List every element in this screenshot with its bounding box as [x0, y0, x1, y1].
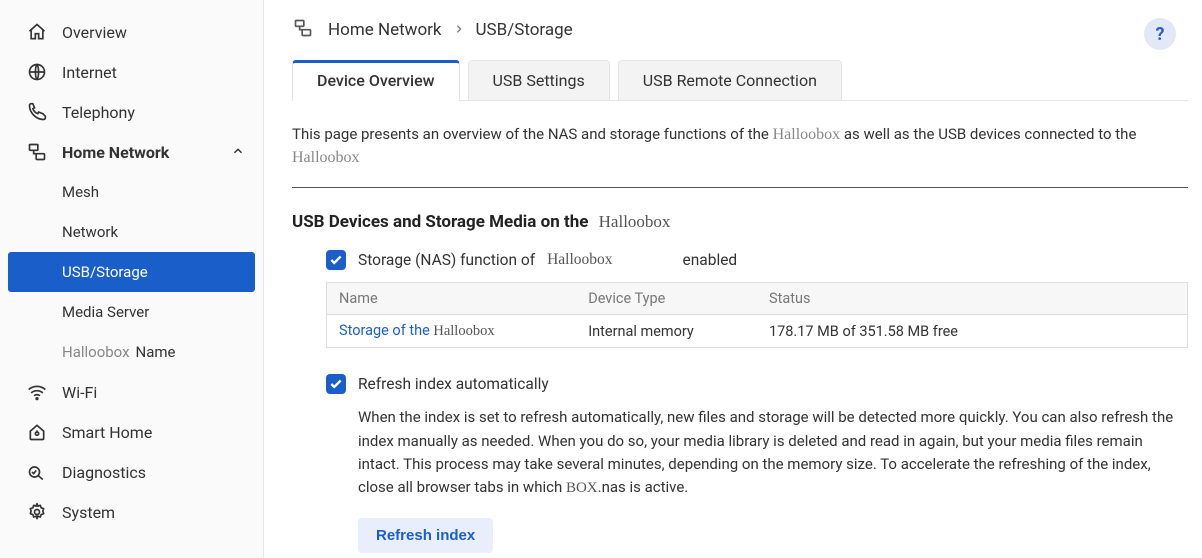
- storage-status: 178.17 MB of 351.58 MB free: [757, 315, 1188, 348]
- gear-icon: [26, 501, 48, 523]
- diagnostics-icon: [26, 461, 48, 483]
- tab-label: Device Overview: [317, 71, 435, 90]
- sidebar-item-telephony[interactable]: Telephony: [0, 92, 263, 132]
- sidebar-subitem-device-name[interactable]: Halloobox Name: [0, 332, 263, 372]
- network-icon: [26, 141, 48, 163]
- refresh-description: When the index is set to refresh automat…: [358, 406, 1188, 500]
- help-button[interactable]: ?: [1144, 18, 1176, 50]
- sidebar-subitem-network[interactable]: Network: [0, 212, 263, 252]
- network-icon: [292, 18, 314, 42]
- device-brand: Halloobox: [773, 126, 841, 143]
- help-icon-text: ?: [1156, 24, 1165, 45]
- device-brand: Halloobox: [599, 212, 671, 231]
- nas-checkbox-label: Storage (NAS) function of: [358, 251, 535, 269]
- tab-label: USB Remote Connection: [643, 71, 817, 90]
- phone-icon: [26, 101, 48, 123]
- table-header-device-type: Device Type: [576, 283, 757, 315]
- sidebar: Overview Internet Telephony Home Network…: [0, 0, 264, 558]
- chevron-right-icon: [454, 21, 464, 39]
- breadcrumb-current: USB/Storage: [476, 20, 573, 40]
- sidebar-item-diagnostics[interactable]: Diagnostics: [0, 452, 263, 492]
- chevron-up-icon: [231, 143, 245, 162]
- tabs: Device Overview USB Settings USB Remote …: [292, 60, 1188, 101]
- table-row: Storage of the Halloobox Internal memory…: [327, 315, 1188, 348]
- sidebar-label: Internet: [62, 63, 117, 82]
- sidebar-label: Diagnostics: [62, 463, 146, 482]
- sidebar-label: System: [62, 503, 115, 522]
- nas-status: enabled: [683, 251, 738, 269]
- sidebar-item-wifi[interactable]: Wi-Fi: [0, 372, 263, 412]
- sidebar-sublabel: Network: [62, 223, 118, 241]
- refresh-checkbox-row: Refresh index automatically: [326, 374, 1188, 394]
- sidebar-item-home-network[interactable]: Home Network: [0, 132, 263, 172]
- sidebar-sublabel: USB/Storage: [62, 263, 148, 281]
- sidebar-sublabel: Media Server: [62, 303, 149, 321]
- globe-icon: [26, 61, 48, 83]
- refresh-checkbox-label: Refresh index automatically: [358, 375, 549, 393]
- nas-checkbox-row: Storage (NAS) function of Halloobox enab…: [326, 250, 1188, 270]
- device-brand: Halloobox: [292, 149, 360, 166]
- intro-text: This page presents an overview of the NA…: [292, 123, 1188, 169]
- sidebar-sublabel-prefix: Halloobox: [62, 343, 130, 361]
- sidebar-label: Smart Home: [62, 423, 152, 442]
- storage-device-type: Internal memory: [576, 315, 757, 348]
- sidebar-subitem-mesh[interactable]: Mesh: [0, 172, 263, 212]
- main-content: ? Home Network USB/Storage Device Overvi…: [264, 0, 1202, 558]
- sidebar-label: Wi-Fi: [62, 383, 97, 402]
- smart-home-icon: [26, 421, 48, 443]
- refresh-group: Refresh index automatically When the ind…: [326, 374, 1188, 553]
- sidebar-sublabel-suffix: Name: [136, 343, 176, 361]
- tab-usb-remote-connection[interactable]: USB Remote Connection: [618, 60, 842, 100]
- home-icon: [26, 21, 48, 43]
- table-header-name: Name: [327, 283, 577, 315]
- nas-checkbox[interactable]: [326, 250, 346, 270]
- tab-usb-settings[interactable]: USB Settings: [468, 60, 610, 100]
- storage-name-cell: Storage of the Halloobox: [327, 315, 577, 348]
- storage-link[interactable]: Storage of the Halloobox: [339, 322, 495, 339]
- table-header-status: Status: [757, 283, 1188, 315]
- tab-device-overview[interactable]: Device Overview: [292, 60, 460, 101]
- refresh-index-button[interactable]: Refresh index: [358, 518, 493, 553]
- sidebar-label: Home Network: [62, 143, 169, 162]
- breadcrumb: Home Network USB/Storage: [292, 18, 1188, 42]
- divider: [292, 187, 1188, 188]
- sidebar-label: Telephony: [62, 103, 135, 122]
- tab-label: USB Settings: [493, 71, 585, 90]
- wifi-icon: [26, 381, 48, 403]
- sidebar-item-system[interactable]: System: [0, 492, 263, 532]
- sidebar-item-overview[interactable]: Overview: [0, 12, 263, 52]
- device-brand: Halloobox: [547, 251, 612, 269]
- storage-table: Name Device Type Status Storage of the H…: [326, 282, 1188, 348]
- breadcrumb-parent[interactable]: Home Network: [328, 20, 442, 40]
- section-title: USB Devices and Storage Media on the Hal…: [292, 212, 1188, 232]
- sidebar-label: Overview: [62, 23, 127, 42]
- refresh-checkbox[interactable]: [326, 374, 346, 394]
- sidebar-subitem-usb-storage[interactable]: USB/Storage: [8, 252, 255, 292]
- sidebar-sublabel: Mesh: [62, 183, 99, 201]
- sidebar-subitem-media-server[interactable]: Media Server: [0, 292, 263, 332]
- sidebar-item-smart-home[interactable]: Smart Home: [0, 412, 263, 452]
- sidebar-item-internet[interactable]: Internet: [0, 52, 263, 92]
